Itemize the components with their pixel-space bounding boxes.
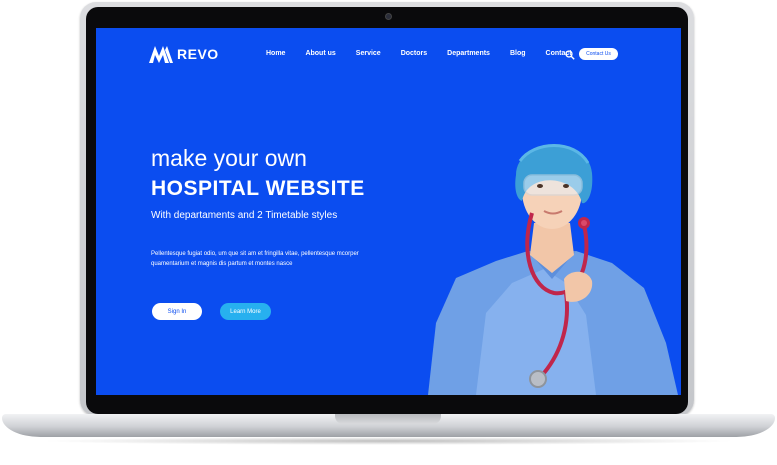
- website-screen: REVO Home About us Service Doctors Depar…: [96, 28, 681, 395]
- contact-us-button[interactable]: Contact Us: [579, 48, 618, 60]
- brand-name: REVO: [177, 46, 219, 62]
- nav-item-home[interactable]: Home: [266, 50, 285, 57]
- nav-item-about[interactable]: About us: [305, 50, 335, 57]
- brand-logo[interactable]: REVO: [148, 43, 219, 65]
- top-navigation: REVO Home About us Service Doctors Depar…: [96, 28, 681, 80]
- learn-more-button[interactable]: Learn More: [220, 303, 271, 320]
- nav-item-service[interactable]: Service: [356, 50, 381, 57]
- doctor-illustration: [428, 144, 678, 395]
- nav-item-doctors[interactable]: Doctors: [401, 50, 427, 57]
- hero-subtitle: make your own: [151, 145, 307, 171]
- laptop-notch: [335, 414, 441, 424]
- logo-icon: [149, 46, 173, 63]
- camera-icon: [385, 13, 392, 20]
- main-menu: Home About us Service Doctors Department…: [266, 50, 592, 57]
- hero-title: HOSPITAL WEBSITE: [151, 177, 365, 200]
- search-icon[interactable]: [565, 50, 575, 60]
- sign-in-button[interactable]: Sign In: [152, 303, 202, 320]
- hero-paragraph: Pellentesque fugiat odio, um que sit am …: [151, 251, 359, 267]
- nav-item-blog[interactable]: Blog: [510, 50, 526, 57]
- nav-item-departments[interactable]: Departments: [447, 50, 490, 57]
- laptop-shadow: [40, 437, 737, 445]
- hero-tagline: With departaments and 2 Timetable styles: [151, 210, 338, 221]
